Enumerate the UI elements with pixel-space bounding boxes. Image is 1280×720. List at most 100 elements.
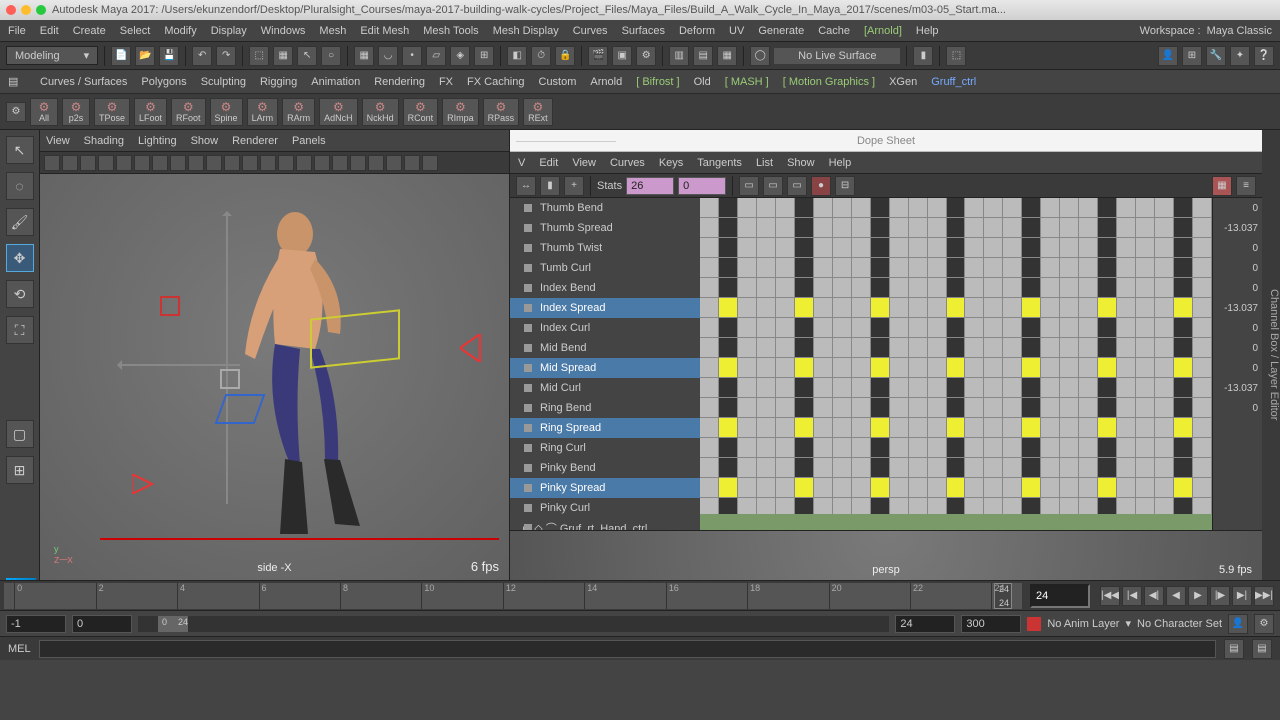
dope-cell[interactable] (738, 278, 757, 298)
dope-cell[interactable] (1079, 298, 1098, 318)
xray-joints-icon[interactable] (296, 155, 312, 171)
dope-cell[interactable] (947, 338, 966, 358)
move-tool[interactable]: ✥ (6, 244, 34, 272)
construction-icon[interactable]: ⬚ (946, 46, 966, 66)
dope-cell[interactable] (1041, 358, 1060, 378)
dope-cell[interactable] (890, 278, 909, 298)
dope-cell[interactable] (700, 478, 719, 498)
dope-cell[interactable] (757, 358, 776, 378)
dope-cell[interactable] (757, 298, 776, 318)
dope-cell[interactable] (965, 358, 984, 378)
dope-cell[interactable] (1060, 458, 1079, 478)
dope-cell[interactable] (1136, 378, 1155, 398)
shelf-fxcaching[interactable]: FX Caching (467, 76, 524, 88)
dope-cell[interactable] (1079, 218, 1098, 238)
dope-cell[interactable] (700, 198, 719, 218)
dope-cell[interactable] (1079, 318, 1098, 338)
dope-cell[interactable] (1060, 418, 1079, 438)
dope-cell[interactable] (1098, 238, 1117, 258)
dope-cell[interactable] (833, 258, 852, 278)
dope-row-ring-bend[interactable]: Ring Bend (510, 398, 700, 418)
dope-cell[interactable] (757, 398, 776, 418)
panel-layout2-icon[interactable]: ▤ (693, 46, 713, 66)
xray-icon[interactable] (278, 155, 294, 171)
dope-cell[interactable] (1193, 398, 1212, 418)
snap-curve-icon[interactable]: ◡ (378, 46, 398, 66)
dope-cell[interactable] (852, 378, 871, 398)
dope-cell[interactable] (1117, 298, 1136, 318)
dope-row-ring-spread[interactable]: Ring Spread (510, 418, 700, 438)
dope-cell[interactable] (776, 318, 795, 338)
dope-cell[interactable] (1098, 458, 1117, 478)
dope-cell[interactable] (909, 318, 928, 338)
shelf-menu-icon[interactable]: ▤ (8, 75, 26, 88)
resolution-gate-icon[interactable] (134, 155, 150, 171)
expose-icon[interactable] (386, 155, 402, 171)
dope-cell[interactable] (1022, 238, 1041, 258)
frame-playback-icon[interactable]: ▭ (763, 176, 783, 196)
menu-mesh-tools[interactable]: Mesh Tools (423, 25, 478, 37)
vp-lighting[interactable]: Lighting (138, 135, 177, 147)
dope-cell[interactable] (1060, 278, 1079, 298)
shaded-icon[interactable] (188, 155, 204, 171)
dope-cell[interactable] (719, 378, 738, 398)
dope-cell[interactable] (1136, 218, 1155, 238)
center-icon[interactable]: ▭ (787, 176, 807, 196)
isolate-icon[interactable] (260, 155, 276, 171)
dope-cell[interactable] (1041, 198, 1060, 218)
vp2-icon[interactable] (422, 155, 438, 171)
step-back-key-icon[interactable]: |◀ (1122, 586, 1142, 606)
dope-cell[interactable] (738, 478, 757, 498)
dope-cell[interactable] (1155, 378, 1174, 398)
save-scene-icon[interactable]: 💾 (159, 46, 179, 66)
dope-cell[interactable] (1136, 358, 1155, 378)
dope-cell[interactable] (1174, 318, 1193, 338)
dope-cell[interactable] (757, 338, 776, 358)
dope-cell[interactable] (871, 278, 890, 298)
shelf-polygons[interactable]: Polygons (141, 76, 186, 88)
dope-cell[interactable] (1041, 438, 1060, 458)
range-track[interactable]: 0 24 (138, 616, 889, 632)
dope-cell[interactable] (871, 338, 890, 358)
dope-cell[interactable] (909, 258, 928, 278)
dope-cell[interactable] (1117, 278, 1136, 298)
dope-cell[interactable] (852, 258, 871, 278)
dope-cell[interactable] (1136, 318, 1155, 338)
dope-cell[interactable] (1136, 418, 1155, 438)
dope-cell[interactable] (947, 458, 966, 478)
dope-cell[interactable] (928, 298, 947, 318)
dope-cell[interactable] (1155, 278, 1174, 298)
snap-point-icon[interactable]: • (402, 46, 422, 66)
dope-cell[interactable] (1041, 458, 1060, 478)
lights-icon[interactable] (224, 155, 240, 171)
dope-cell[interactable] (814, 358, 833, 378)
dope-cell[interactable] (1155, 218, 1174, 238)
dope-cell[interactable] (1003, 298, 1022, 318)
dope-cell[interactable] (909, 238, 928, 258)
help-line-icon[interactable]: ▤ (1252, 639, 1272, 659)
dope-cell[interactable] (757, 478, 776, 498)
dope-cell[interactable] (1003, 238, 1022, 258)
shelf-fx[interactable]: FX (439, 76, 453, 88)
shelf-btn-p2s[interactable]: p2s (62, 98, 90, 126)
dope-cell[interactable] (852, 318, 871, 338)
shelf-btn-spine[interactable]: Spine (210, 98, 243, 126)
dope-cell[interactable] (1079, 378, 1098, 398)
dope-cell[interactable] (928, 418, 947, 438)
dope-cell[interactable] (795, 318, 814, 338)
dope-cell[interactable] (700, 238, 719, 258)
dope-cell[interactable] (928, 438, 947, 458)
dope-cell[interactable] (928, 398, 947, 418)
dope-cell[interactable] (757, 258, 776, 278)
shelf-motion-graphics[interactable]: [ Motion Graphics ] (783, 76, 875, 88)
dope-list[interactable]: List (756, 157, 773, 169)
shelf-btn-adnch[interactable]: AdNcH (319, 98, 358, 126)
dope-cell[interactable] (776, 358, 795, 378)
undo-icon[interactable]: ↶ (192, 46, 212, 66)
dope-cell[interactable] (1117, 318, 1136, 338)
menu-uv[interactable]: UV (729, 25, 744, 37)
dope-cell[interactable] (814, 238, 833, 258)
dope-cell[interactable] (890, 398, 909, 418)
dope-cell[interactable] (947, 258, 966, 278)
dope-cell[interactable] (700, 318, 719, 338)
